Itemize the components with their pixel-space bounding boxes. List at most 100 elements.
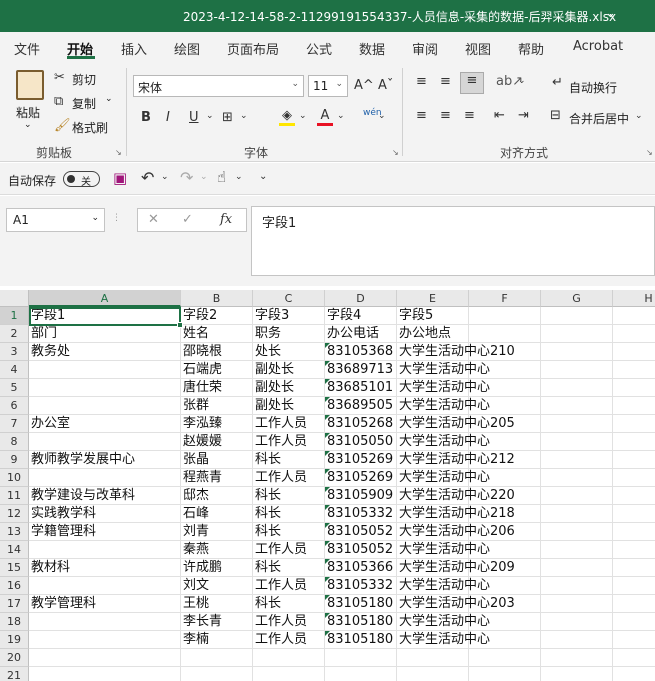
cell-b9[interactable]: 张晶 xyxy=(181,451,209,469)
cell-b8[interactable]: 赵媛媛 xyxy=(181,433,222,451)
cell-e12[interactable]: 大学生活动中心218 xyxy=(397,505,515,523)
cell-b7[interactable]: 李泓臻 xyxy=(181,415,222,433)
formula-bar-drag-handle-icon[interactable]: ⋮ xyxy=(112,213,121,223)
cell-b5[interactable]: 唐仕荣 xyxy=(181,379,222,397)
cell-b10[interactable]: 程燕青 xyxy=(181,469,222,487)
cell-d10[interactable]: 83105269 xyxy=(325,469,393,487)
grow-font-icon[interactable]: A^ xyxy=(354,78,374,93)
error-indicator-icon[interactable] xyxy=(325,577,330,582)
cell-e18[interactable]: 大学生活动中心 xyxy=(397,613,490,631)
align-middle-icon[interactable]: ≡ xyxy=(440,74,451,89)
cell-c12[interactable]: 科长 xyxy=(253,505,281,523)
cell-a12[interactable]: 实践教学科 xyxy=(29,505,96,523)
cell-e6[interactable]: 大学生活动中心 xyxy=(397,397,490,415)
name-box[interactable]: A1 ⌄ xyxy=(6,208,105,232)
enter-icon[interactable]: ✓ xyxy=(182,212,193,227)
cell-d1[interactable]: 字段4 xyxy=(325,307,361,325)
cell-b15[interactable]: 许成鹏 xyxy=(181,559,222,577)
cell-e5[interactable]: 大学生活动中心 xyxy=(397,379,490,397)
title-chevron-icon[interactable]: ⌄ xyxy=(605,6,616,21)
paste-icon[interactable] xyxy=(16,70,44,100)
cell-b12[interactable]: 石峰 xyxy=(181,505,209,523)
fill-handle[interactable] xyxy=(177,322,183,328)
cell-b1[interactable]: 字段2 xyxy=(181,307,217,325)
row-header[interactable]: 20 xyxy=(0,649,29,667)
error-indicator-icon[interactable] xyxy=(325,559,330,564)
cell-d19[interactable]: 83105180 xyxy=(325,631,393,649)
cell-a17[interactable]: 教学管理科 xyxy=(29,595,96,613)
cell-e9[interactable]: 大学生活动中心212 xyxy=(397,451,515,469)
cell-d2[interactable]: 办公电话 xyxy=(325,325,379,343)
cell-e17[interactable]: 大学生活动中心203 xyxy=(397,595,515,613)
cancel-icon[interactable]: ✕ xyxy=(148,212,159,227)
column-header-a[interactable]: A xyxy=(29,290,181,307)
error-indicator-icon[interactable] xyxy=(325,415,330,420)
cell-e10[interactable]: 大学生活动中心 xyxy=(397,469,490,487)
cell-c9[interactable]: 科长 xyxy=(253,451,281,469)
align-center-icon[interactable]: ≡ xyxy=(440,108,451,123)
cell-a11[interactable]: 教学建设与改革科 xyxy=(29,487,135,505)
row-header[interactable]: 11 xyxy=(0,487,29,505)
bold-button[interactable]: B xyxy=(141,110,151,125)
cut-button[interactable]: 剪切 xyxy=(72,71,96,88)
font-color-dropdown-chevron-icon[interactable]: ⌄ xyxy=(337,111,345,121)
copy-dropdown-chevron-icon[interactable]: ⌄ xyxy=(105,94,113,104)
cell-e8[interactable]: 大学生活动中心 xyxy=(397,433,490,451)
touch-dropdown-chevron-icon[interactable]: ⌄ xyxy=(235,172,243,182)
cell-a7[interactable]: 办公室 xyxy=(29,415,70,433)
cell-c10[interactable]: 工作人员 xyxy=(253,469,307,487)
align-right-icon[interactable]: ≡ xyxy=(464,108,475,123)
cell-b16[interactable]: 刘文 xyxy=(181,577,209,595)
cell-b3[interactable]: 邵晓根 xyxy=(181,343,222,361)
cell-b18[interactable]: 李长青 xyxy=(181,613,222,631)
cell-c3[interactable]: 处长 xyxy=(253,343,281,361)
cell-c15[interactable]: 科长 xyxy=(253,559,281,577)
wrap-text-button[interactable]: 自动换行 xyxy=(569,79,617,96)
cell-e16[interactable]: 大学生活动中心 xyxy=(397,577,490,595)
autosave-toggle[interactable]: 关 xyxy=(63,171,100,188)
worksheet[interactable]: A B C D E F G H 1 2 3 4 5 6 7 8 9 10 11 12 13 14 15 16 17 18 19 20 2… xyxy=(0,290,655,681)
cell-a3[interactable]: 教务处 xyxy=(29,343,70,361)
row-header[interactable]: 4 xyxy=(0,361,29,379)
cell-e1[interactable]: 字段5 xyxy=(397,307,433,325)
column-header-c[interactable]: C xyxy=(253,290,325,307)
cell-b14[interactable]: 秦燕 xyxy=(181,541,209,559)
touch-mode-icon[interactable]: ☝ xyxy=(217,168,226,186)
align-bottom-icon[interactable]: ≡ xyxy=(460,72,484,94)
cell-c4[interactable]: 副处长 xyxy=(253,361,294,379)
column-header-h[interactable]: H xyxy=(613,290,655,307)
cell-d14[interactable]: 83105052 xyxy=(325,541,393,559)
row-header[interactable]: 12 xyxy=(0,505,29,523)
cell-d13[interactable]: 83105052 xyxy=(325,523,393,541)
cell-d5[interactable]: 83685101 xyxy=(325,379,393,397)
merge-center-dropdown-chevron-icon[interactable]: ⌄ xyxy=(635,111,643,121)
cell-c6[interactable]: 副处长 xyxy=(253,397,294,415)
row-header[interactable]: 14 xyxy=(0,541,29,559)
row-header[interactable]: 18 xyxy=(0,613,29,631)
redo-dropdown-chevron-icon[interactable]: ⌄ xyxy=(200,172,208,182)
formula-input[interactable]: 字段1 xyxy=(251,206,655,276)
cell-e7[interactable]: 大学生活动中心205 xyxy=(397,415,515,433)
cell-c5[interactable]: 副处长 xyxy=(253,379,294,397)
cell-b19[interactable]: 李楠 xyxy=(181,631,209,649)
row-header[interactable]: 6 xyxy=(0,397,29,415)
error-indicator-icon[interactable] xyxy=(325,469,330,474)
align-top-icon[interactable]: ≡ xyxy=(416,74,427,89)
row-header[interactable]: 15 xyxy=(0,559,29,577)
cell-d4[interactable]: 83689713 xyxy=(325,361,393,379)
font-size-combo[interactable]: 11 ⌄ xyxy=(308,75,348,97)
cell-d11[interactable]: 83105909 xyxy=(325,487,393,505)
tab-page-layout[interactable]: 页面布局 xyxy=(227,39,279,58)
increase-indent-icon[interactable]: ⇥ xyxy=(518,108,529,123)
undo-dropdown-chevron-icon[interactable]: ⌄ xyxy=(161,172,169,182)
column-header-g[interactable]: G xyxy=(541,290,613,307)
cell-c19[interactable]: 工作人员 xyxy=(253,631,307,649)
tab-help[interactable]: 帮助 xyxy=(518,39,544,58)
underline-dropdown-chevron-icon[interactable]: ⌄ xyxy=(206,111,214,121)
tab-file[interactable]: 文件 xyxy=(14,39,40,58)
clipboard-launcher-icon[interactable]: ↘ xyxy=(115,148,122,157)
error-indicator-icon[interactable] xyxy=(325,523,330,528)
decrease-indent-icon[interactable]: ⇤ xyxy=(494,108,505,123)
error-indicator-icon[interactable] xyxy=(325,505,330,510)
cell-d12[interactable]: 83105332 xyxy=(325,505,393,523)
